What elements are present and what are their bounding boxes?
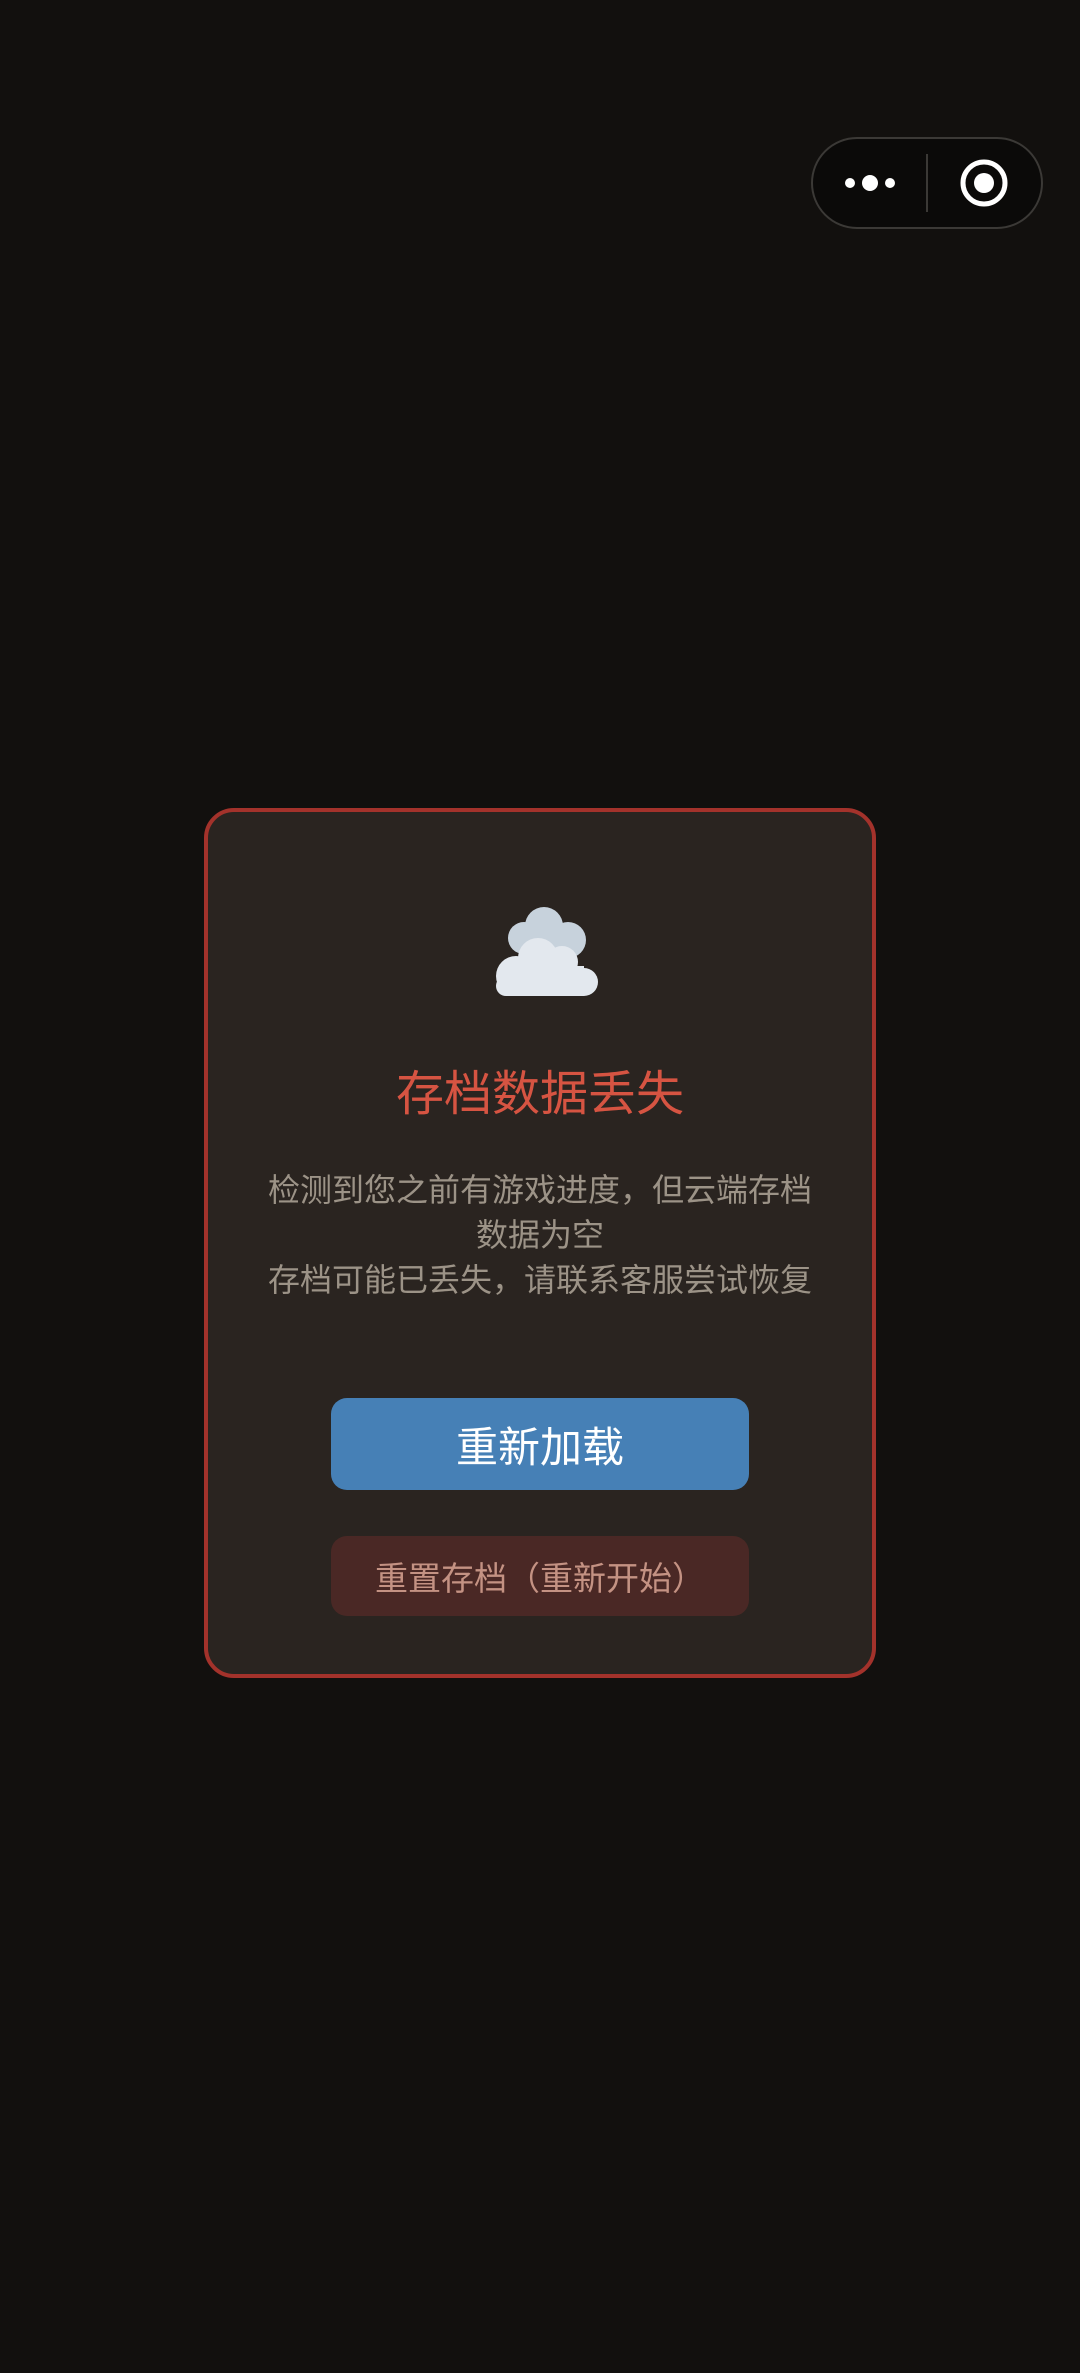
dialog-title: 存档数据丢失 <box>395 1066 684 1122</box>
dialog-message: 检测到您之前有游戏进度，但云端存档数据为空 存档可能已丢失，请联系客服尝试恢复 <box>267 1171 812 1299</box>
close-mini-program-button[interactable] <box>928 139 1041 227</box>
cloud-icon <box>496 907 598 996</box>
more-dots-icon <box>844 175 895 191</box>
reset-save-button[interactable]: 重置存档（重新开始） <box>331 1536 749 1616</box>
screen: 存档数据丢失 检测到您之前有游戏进度，但云端存档数据为空 存档可能已丢失，请联系… <box>0 0 1080 2373</box>
reload-button[interactable]: 重新加载 <box>331 1398 749 1490</box>
mini-program-capsule <box>811 137 1043 229</box>
target-close-icon <box>960 159 1008 207</box>
more-menu-button[interactable] <box>813 139 926 227</box>
save-lost-dialog: 存档数据丢失 检测到您之前有游戏进度，但云端存档数据为空 存档可能已丢失，请联系… <box>204 808 876 1678</box>
